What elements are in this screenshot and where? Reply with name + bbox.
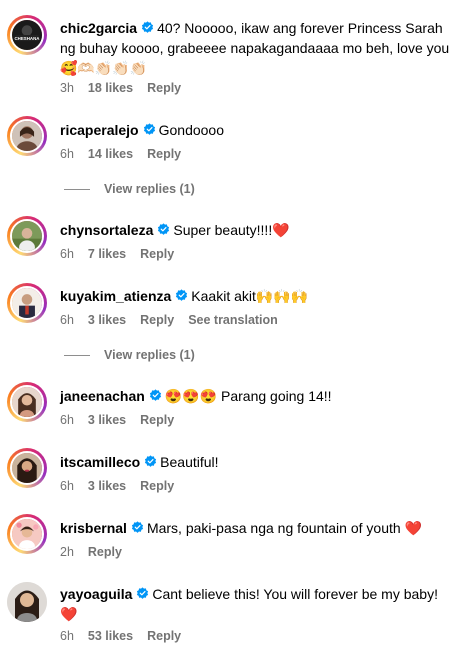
likes-count[interactable]: 14 likes [88, 147, 133, 161]
avatar-image [12, 288, 42, 318]
username[interactable]: itscamilleco [60, 454, 140, 470]
comment-emojis: 😍😍😍 [164, 388, 218, 404]
heart-emoji: ❤️ [60, 606, 78, 622]
comment-emojis: 🥰🫶🏻👏🏻👏🏻👏🏻 [60, 60, 148, 76]
comment-body: Cant believe this! You will forever be m… [152, 586, 438, 602]
avatar[interactable] [7, 582, 47, 622]
comment-emojis: 🙌🙌🙌 [255, 288, 309, 304]
username[interactable]: ricaperalejo [60, 122, 139, 138]
avatar-image: CHESHANA [12, 20, 42, 50]
view-replies-label: View replies (1) [104, 182, 195, 196]
comment-body: Mars, paki-pasa nga ng fountain of youth [146, 520, 401, 536]
avatar-image [12, 453, 42, 483]
comment-meta: 6h 53 likes Reply [60, 629, 195, 643]
comment-body: Gondoooo [158, 122, 225, 138]
comment-text-block: janeenachan 😍😍😍 Parang going 14!! [60, 386, 458, 406]
timestamp[interactable]: 2h [60, 545, 74, 559]
timestamp[interactable]: 6h [60, 313, 74, 327]
username[interactable]: yayoaguila [60, 586, 132, 602]
comment-meta: 6h 3 likes Reply [60, 413, 188, 427]
comment-text-block: yayoaguila Cant believe this! You will fo… [60, 584, 458, 624]
avatar[interactable] [7, 448, 47, 488]
comment-body: Kaakit akit [191, 288, 256, 304]
avatar[interactable] [7, 382, 47, 422]
likes-count[interactable]: 3 likes [88, 479, 126, 493]
avatar[interactable] [7, 514, 47, 554]
verified-badge-icon [136, 587, 149, 600]
reply-button[interactable]: Reply [140, 413, 174, 427]
avatar-image [12, 121, 42, 151]
timestamp[interactable]: 6h [60, 247, 74, 261]
likes-count[interactable]: 3 likes [88, 413, 126, 427]
username[interactable]: chynsortaleza [60, 222, 153, 238]
avatar-image [12, 221, 42, 251]
likes-count[interactable]: 3 likes [88, 313, 126, 327]
verified-badge-icon [141, 21, 154, 34]
comment-meta: 6h 7 likes Reply [60, 247, 188, 261]
comment-text-block: kuyakim_atienza Kaakit akit🙌🙌🙌 [60, 286, 458, 306]
username[interactable]: krisbernal [60, 520, 127, 536]
avatar-image [7, 582, 47, 622]
verified-badge-icon [144, 455, 157, 468]
avatar[interactable] [7, 116, 47, 156]
likes-count[interactable]: 53 likes [88, 629, 133, 643]
comment-meta: 6h 14 likes Reply [60, 147, 195, 161]
likes-count[interactable]: 18 likes [88, 81, 133, 95]
avatar-text: CHESHANA [15, 36, 41, 41]
timestamp[interactable]: 6h [60, 479, 74, 493]
reply-button[interactable]: Reply [147, 81, 181, 95]
avatar-image [12, 519, 42, 549]
avatar[interactable] [7, 283, 47, 323]
see-translation-button[interactable]: See translation [188, 313, 278, 327]
comment-text-block: krisbernal Mars, paki-pasa nga ng fountai… [60, 518, 458, 538]
timestamp[interactable]: 6h [60, 629, 74, 643]
avatar[interactable]: CHESHANA [7, 15, 47, 55]
comment-meta: 3h 18 likes Reply [60, 81, 195, 95]
avatar[interactable] [7, 216, 47, 256]
comment-meta: 2h Reply [60, 545, 136, 559]
comment-meta: 6h 3 likes Reply [60, 479, 188, 493]
username[interactable]: chic2garcia [60, 20, 137, 36]
comment-body: Parang going 14!! [221, 388, 332, 404]
reply-button[interactable]: Reply [140, 479, 174, 493]
heart-emoji: ❤️ [272, 222, 290, 238]
reply-button[interactable]: Reply [147, 629, 181, 643]
replies-divider-line [64, 188, 90, 190]
comment-body: Beautiful! [160, 454, 219, 470]
comment-meta: 6h 3 likes Reply See translation [60, 313, 292, 327]
reply-button[interactable]: Reply [140, 247, 174, 261]
verified-badge-icon [157, 223, 170, 236]
comment-text-block: itscamilleco Beautiful! [60, 452, 458, 472]
comment-text-block: chynsortaleza Super beauty!!!!❤️ [60, 220, 458, 240]
view-replies-button[interactable]: View replies (1) [64, 182, 195, 196]
reply-button[interactable]: Reply [147, 147, 181, 161]
verified-badge-icon [131, 521, 144, 534]
timestamp[interactable]: 6h [60, 147, 74, 161]
comment-body: Super beauty!!!! [173, 222, 273, 238]
view-replies-label: View replies (1) [104, 348, 195, 362]
comment-text-block: ricaperalejo Gondoooo [60, 120, 458, 140]
timestamp[interactable]: 3h [60, 81, 74, 95]
likes-count[interactable]: 7 likes [88, 247, 126, 261]
replies-divider-line [64, 354, 90, 356]
username[interactable]: janeenachan [60, 388, 145, 404]
verified-badge-icon [149, 389, 162, 402]
verified-badge-icon [175, 289, 188, 302]
reply-button[interactable]: Reply [88, 545, 122, 559]
reply-button[interactable]: Reply [140, 313, 174, 327]
timestamp[interactable]: 6h [60, 413, 74, 427]
avatar-image [12, 387, 42, 417]
heart-emoji: ❤️ [404, 520, 422, 536]
view-replies-button[interactable]: View replies (1) [64, 348, 195, 362]
comment-text-block: chic2garcia 40? Nooooo, ikaw ang forever … [60, 18, 458, 78]
verified-badge-icon [143, 123, 156, 136]
username[interactable]: kuyakim_atienza [60, 288, 171, 304]
